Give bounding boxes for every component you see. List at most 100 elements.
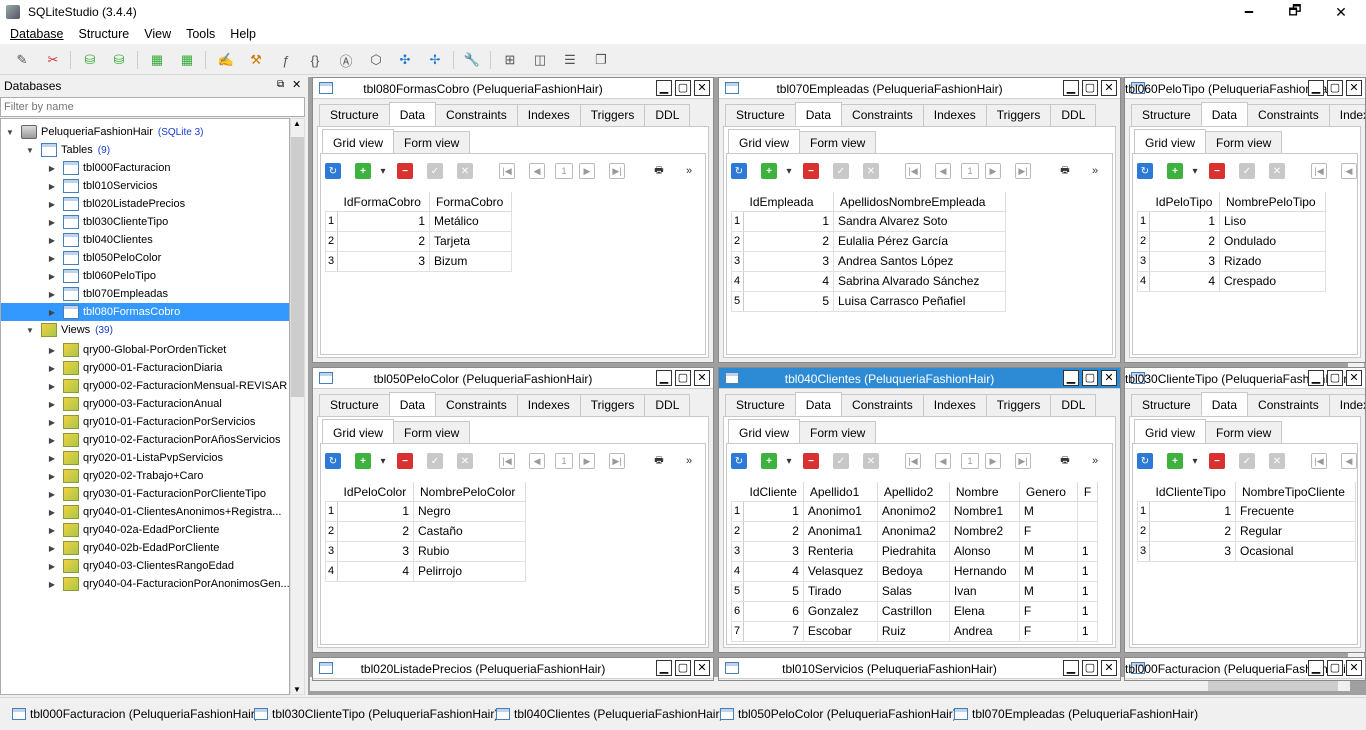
settings-icon[interactable]: 🔧: [463, 51, 481, 69]
tree-views-folder[interactable]: ▼ Views (39): [25, 321, 113, 339]
refresh-icon[interactable]: ↻: [325, 163, 341, 179]
tree-view-item[interactable]: ▶ qry020-01-ListaPvpServicios: [47, 449, 223, 467]
table-cell[interactable]: F: [1018, 620, 1078, 642]
tab-indexes[interactable]: Indexes: [516, 394, 581, 416]
tab-ddl[interactable]: DDL: [1050, 104, 1097, 126]
menu-structure[interactable]: Structure: [74, 27, 135, 41]
table-cell[interactable]: 2: [743, 230, 834, 252]
window-title-bar[interactable]: tbl080FormasCobro (PeluqueriaFashionHair…: [313, 78, 713, 99]
tab-ddl[interactable]: DDL: [1050, 394, 1097, 416]
commit-icon[interactable]: ✓: [1239, 163, 1255, 179]
table-row[interactable]: 5 5 Luisa Carrasco Peñafiel: [731, 290, 1006, 312]
windows-icon[interactable]: ❐: [592, 51, 610, 69]
collations-icon[interactable]: {}: [306, 51, 324, 69]
tile-vertical-icon[interactable]: ◫: [531, 51, 549, 69]
prev-page-icon[interactable]: ◀: [529, 163, 545, 179]
table-row[interactable]: 1 1 Liso: [1137, 210, 1326, 232]
table-cell[interactable]: Escobar: [802, 620, 878, 642]
commit-icon[interactable]: ✓: [1239, 453, 1255, 469]
add-row-icon[interactable]: +: [355, 163, 371, 179]
table-cell[interactable]: [1076, 500, 1099, 522]
table-cell[interactable]: 1: [1076, 540, 1099, 562]
column-header[interactable]: Nombre: [949, 482, 1020, 502]
tree-table-item[interactable]: ▶ tbl010Servicios: [1, 177, 289, 195]
table-cell[interactable]: Nombre1: [948, 500, 1020, 522]
tree-view-item[interactable]: ▶ qry040-02b-EdadPorCliente: [47, 539, 219, 557]
window-minimize-button[interactable]: ▁: [1308, 370, 1324, 386]
window-minimize-button[interactable]: ▁: [656, 370, 672, 386]
tree-database[interactable]: ▼ PeluqueriaFashionHair (SQLite 3): [5, 123, 203, 141]
tile-horizontal-icon[interactable]: ⊞: [501, 51, 519, 69]
table-cell[interactable]: 1: [1076, 600, 1099, 622]
window-maximize-button[interactable]: ▢: [1327, 370, 1343, 386]
tab-indexes[interactable]: Indexes: [922, 394, 987, 416]
menu-view[interactable]: View: [139, 27, 176, 41]
maximize-button[interactable]: 🗗: [1272, 0, 1318, 24]
expand-arrow-icon[interactable]: ▶: [47, 508, 57, 517]
import-icon[interactable]: ⬡: [367, 51, 385, 69]
table-cell[interactable]: 2: [743, 520, 804, 542]
window-close-button[interactable]: ✕: [1346, 370, 1362, 386]
expand-arrow-icon[interactable]: ▶: [47, 236, 57, 245]
collapse-arrow-icon[interactable]: ▼: [5, 128, 15, 137]
tab-triggers[interactable]: Triggers: [985, 104, 1052, 126]
window-close-button[interactable]: ✕: [1346, 660, 1362, 676]
table-cell[interactable]: 3: [743, 250, 834, 272]
menu-help[interactable]: Help: [225, 27, 261, 41]
table-cell[interactable]: Andrea: [948, 620, 1020, 642]
table-cell[interactable]: F: [1018, 600, 1078, 622]
delete-row-icon[interactable]: −: [803, 163, 819, 179]
edit-table-icon[interactable]: ▦: [178, 51, 196, 69]
tile-icon[interactable]: ✢: [426, 51, 444, 69]
table-row[interactable]: 4 4 Sabrina Alvarado Sánchez: [731, 270, 1006, 292]
tree-table-item[interactable]: ▶ tbl060PeloTipo: [1, 267, 289, 285]
tree-view-item[interactable]: ▶ qry040-02a-EdadPorCliente: [47, 521, 219, 539]
tree-view-item[interactable]: ▶ qry010-01-FacturacionPorServicios: [47, 413, 255, 431]
more-icon[interactable]: »: [1087, 453, 1103, 469]
table-cell[interactable]: Rizado: [1219, 250, 1326, 272]
column-header[interactable]: IdCliente: [743, 482, 804, 502]
taskbar-item[interactable]: tbl070Empleadas (PeluqueriaFashionHair): [954, 704, 1198, 724]
tab-indexes[interactable]: Indexes: [1328, 394, 1365, 416]
table-cell[interactable]: 3: [1149, 540, 1236, 562]
column-header[interactable]: Genero: [1019, 482, 1078, 502]
window-close-button[interactable]: ✕: [694, 370, 710, 386]
prev-page-icon[interactable]: ◀: [529, 453, 545, 469]
refresh-icon[interactable]: ↻: [1137, 453, 1153, 469]
window-maximize-button[interactable]: ▢: [1327, 660, 1343, 676]
tab-constraints[interactable]: Constraints: [1247, 104, 1330, 126]
window-title-bar[interactable]: tbl000Facturacion (PeluqueriaFashionHair…: [1125, 658, 1365, 679]
table-cell[interactable]: Negro: [413, 500, 526, 522]
commit-icon[interactable]: ✓: [427, 163, 443, 179]
expand-arrow-icon[interactable]: ▶: [47, 472, 57, 481]
table-cell[interactable]: F: [1018, 520, 1078, 542]
add-row-icon[interactable]: +: [761, 453, 777, 469]
table-row[interactable]: 1 1 Anonimo1 Anonimo2 Nombre1 M: [731, 500, 1099, 522]
table-cell[interactable]: Bizum: [429, 250, 512, 272]
expand-arrow-icon[interactable]: ▶: [47, 200, 57, 209]
column-header[interactable]: F: [1077, 482, 1099, 502]
window-title-bar[interactable]: tbl070Empleadas (PeluqueriaFashionHair) ▁…: [719, 78, 1120, 99]
table-row[interactable]: 2 2 Anonima1 Anonima2 Nombre2 F: [731, 520, 1099, 542]
tree-view-item[interactable]: ▶ qry000-02-FacturacionMensual-REVISAR: [47, 377, 287, 395]
table-cell[interactable]: Sandra Alvarez Soto: [833, 210, 1006, 232]
tree-view-item[interactable]: ▶ qry020-02-Trabajo+Caro: [47, 467, 203, 485]
add-row-dropdown-icon[interactable]: ▾: [1187, 453, 1203, 469]
table-cell[interactable]: Elena: [948, 600, 1020, 622]
tab-data[interactable]: Data: [1200, 102, 1249, 126]
table-row[interactable]: 3 3 Andrea Santos López: [731, 250, 1006, 272]
create-table-icon[interactable]: ▦: [148, 51, 166, 69]
expand-arrow-icon[interactable]: ▶: [47, 436, 57, 445]
print-icon[interactable]: 🖶: [1057, 163, 1073, 179]
tab-constraints[interactable]: Constraints: [1247, 394, 1330, 416]
column-header[interactable]: NombreTipoCliente: [1235, 482, 1356, 502]
expand-arrow-icon[interactable]: ▶: [47, 562, 57, 571]
prev-page-icon[interactable]: ◀: [935, 163, 951, 179]
table-row[interactable]: 3 3 Rubio: [325, 540, 526, 562]
expand-arrow-icon[interactable]: ▶: [47, 490, 57, 499]
table-cell[interactable]: Crespado: [1219, 270, 1326, 292]
add-row-icon[interactable]: +: [1167, 163, 1183, 179]
window-minimize-button[interactable]: ▁: [1063, 80, 1079, 96]
rollback-icon[interactable]: ✕: [863, 453, 879, 469]
table-cell[interactable]: Frecuente: [1235, 500, 1356, 522]
